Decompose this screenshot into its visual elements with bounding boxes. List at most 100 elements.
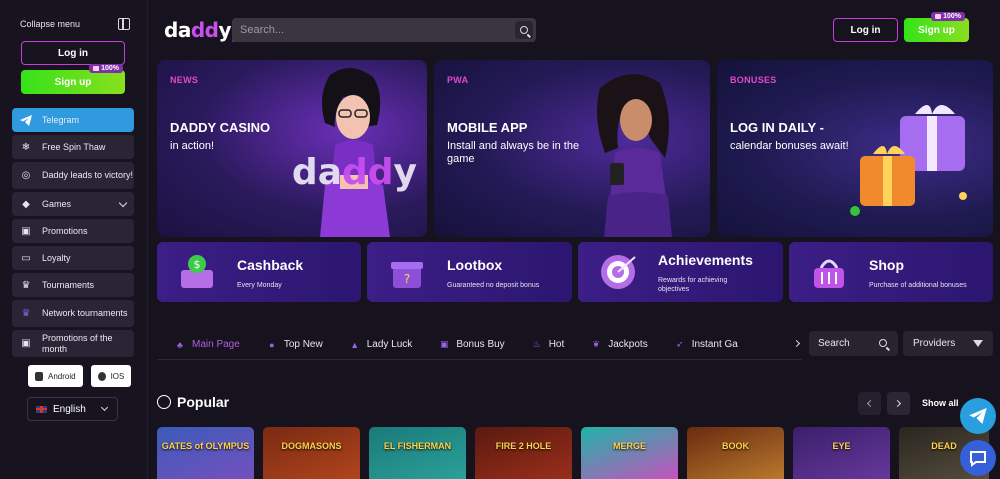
tab-hot[interactable]: ♨ Hot xyxy=(514,330,574,360)
sidebar-item-promotions-of-month[interactable]: ▣ Promotions of the month xyxy=(12,330,134,357)
game-search-placeholder: Search xyxy=(818,338,850,349)
sidebar-item-loyalty[interactable]: ▭ Loyalty xyxy=(12,246,134,270)
sidebar-item-promotions[interactable]: ▣ Promotions xyxy=(12,219,134,243)
tab-top-new[interactable]: ● Top New xyxy=(249,330,332,360)
card-subtitle: Purchase of additional bonuses xyxy=(869,282,967,289)
popular-icon xyxy=(157,395,171,409)
banner-title: LOG IN DAILY - xyxy=(730,120,824,135)
gift-month-icon: ▣ xyxy=(21,338,31,349)
game-title: EYE xyxy=(832,441,851,451)
chat-float-button[interactable] xyxy=(960,440,996,476)
game-title: DOGMASONS xyxy=(281,441,342,451)
header-login-button[interactable]: Log in xyxy=(833,18,898,42)
wordmark-c: y xyxy=(393,152,417,193)
language-label: English xyxy=(53,403,86,415)
popular-section-title: Popular xyxy=(157,394,229,410)
android-label: Android xyxy=(48,371,76,381)
telegram-icon xyxy=(20,114,32,126)
providers-label: Providers xyxy=(913,338,956,349)
game-tile[interactable]: EYE xyxy=(793,427,890,479)
android-button[interactable]: Android xyxy=(28,365,83,387)
card-lootbox[interactable]: ? Lootbox Guaranteed no deposit bonus xyxy=(367,242,572,302)
telegram-float-button[interactable] xyxy=(960,398,996,434)
card-icon: ▭ xyxy=(21,252,31,264)
sidebar-item-daddy-leads[interactable]: ◎ Daddy leads to victory! xyxy=(12,162,134,189)
game-tile[interactable]: DOGMASONS xyxy=(263,427,360,479)
language-select[interactable]: English xyxy=(27,397,118,421)
banner-character-image xyxy=(320,67,390,237)
chevron-down-icon[interactable] xyxy=(118,198,128,208)
tab-label: Bonus Buy xyxy=(456,339,505,350)
search-button[interactable] xyxy=(515,21,533,39)
sidebar-item-network-tournaments[interactable]: ♛ Network tournaments xyxy=(12,300,134,327)
tab-bonus-buy[interactable]: ▣ Bonus Buy xyxy=(421,330,513,360)
game-tile[interactable]: EL FISHERMAN xyxy=(369,427,466,479)
sidebar-login-button[interactable]: Log in xyxy=(21,41,125,65)
bonus-badge-text: 100% xyxy=(101,65,119,72)
banner-daddy-wordmark: daddy xyxy=(292,152,417,193)
sidebar-item-telegram[interactable]: Telegram xyxy=(12,108,134,132)
cashback-icon: $ xyxy=(181,255,213,288)
game-search-input[interactable]: Search xyxy=(809,331,898,356)
tab-jackpots[interactable]: ❦ Jackpots xyxy=(573,330,656,360)
sidebar-toggle-icon[interactable] xyxy=(118,18,130,30)
apple-icon xyxy=(97,371,106,381)
header-search[interactable]: Search... xyxy=(232,18,536,42)
gift-icon xyxy=(935,14,942,19)
target-icon: ◎ xyxy=(21,170,31,181)
game-tile[interactable]: MERGE xyxy=(581,427,678,479)
ios-button[interactable]: IOS xyxy=(90,365,132,387)
chat-icon xyxy=(970,451,986,467)
card-shop[interactable]: Shop Purchase of additional bonuses xyxy=(789,242,993,302)
gift-icon xyxy=(93,66,100,71)
banner-news[interactable]: NEWS DADDY CASINO in action! daddy xyxy=(157,60,427,237)
game-title: BOOK xyxy=(722,441,749,451)
search-input[interactable]: Search... xyxy=(240,24,284,36)
banner-pwa[interactable]: PWA MOBILE APP Install and always be in … xyxy=(434,60,710,237)
tab-lady-luck[interactable]: ▲ Lady Luck xyxy=(332,330,422,360)
game-title: EL FISHERMAN xyxy=(383,441,452,451)
chevron-left-icon xyxy=(866,399,875,408)
tab-label: Hot xyxy=(548,339,565,350)
card-achievements[interactable]: Achievements Rewards for achieving objec… xyxy=(578,242,783,302)
sidebar-item-free-spin-thaw[interactable]: ❄ Free Spin Thaw xyxy=(12,135,134,159)
popular-games-row: GATES of OLYMPUS DOGMASONS EL FISHERMAN … xyxy=(157,427,989,479)
sidebar-item-label: Promotions xyxy=(42,225,88,236)
bonus-badge: 100% xyxy=(931,12,965,21)
card-title: Lootbox xyxy=(447,257,503,273)
wordmark-b: dd xyxy=(341,152,394,193)
collapse-menu[interactable]: Collapse menu xyxy=(20,16,130,32)
android-icon xyxy=(35,371,43,381)
banner-bonuses[interactable]: BONUSES LOG IN DAILY - calendar bonuses … xyxy=(717,60,993,237)
game-tile[interactable]: FIRE 2 HOLE xyxy=(475,427,572,479)
header-signup-button[interactable]: Sign up 100% xyxy=(904,12,969,42)
svg-text:?: ? xyxy=(404,272,410,286)
show-all-link[interactable]: Show all xyxy=(922,398,959,408)
app-download-row: Android IOS xyxy=(28,365,132,387)
sidebar-item-games[interactable]: ◆ Games xyxy=(12,192,134,216)
popular-next-button[interactable] xyxy=(887,392,910,415)
logo-text-b: dd xyxy=(190,18,219,42)
game-tile[interactable]: GATES of OLYMPUS xyxy=(157,427,254,479)
bonus-badge: 100% xyxy=(89,64,123,73)
trophy-icon: ♛ xyxy=(21,279,31,291)
palm-icon: ♣ xyxy=(177,339,183,350)
tab-instant-games[interactable]: ➶ Instant Ga xyxy=(657,330,747,360)
providers-filter[interactable]: Providers xyxy=(903,331,993,356)
game-category-tabs: ♣ Main Page ● Top New ▲ Lady Luck ▣ Bonus Bu… xyxy=(157,330,802,360)
card-cashback[interactable]: $ Cashback Every Monday xyxy=(157,242,361,302)
cherry-icon: ❦ xyxy=(592,339,601,349)
tab-label: Jackpots xyxy=(608,339,648,350)
sidebar-signup-button[interactable]: Sign up 100% xyxy=(21,64,125,94)
card-title: Cashback xyxy=(237,257,304,273)
tab-main-page[interactable]: ♣ Main Page xyxy=(157,330,249,360)
game-tile[interactable]: BOOK xyxy=(687,427,784,479)
sidebar-item-label: Daddy leads to victory! xyxy=(42,170,134,180)
ios-label: IOS xyxy=(110,371,125,381)
wordmark-a: da xyxy=(291,152,342,193)
banner-character-image xyxy=(596,74,672,237)
snowflake-icon: ❄ xyxy=(21,141,31,153)
popular-prev-button[interactable] xyxy=(858,392,881,415)
gift-icon: ▣ xyxy=(440,339,449,349)
sidebar-item-tournaments[interactable]: ♛ Tournaments xyxy=(12,273,134,297)
